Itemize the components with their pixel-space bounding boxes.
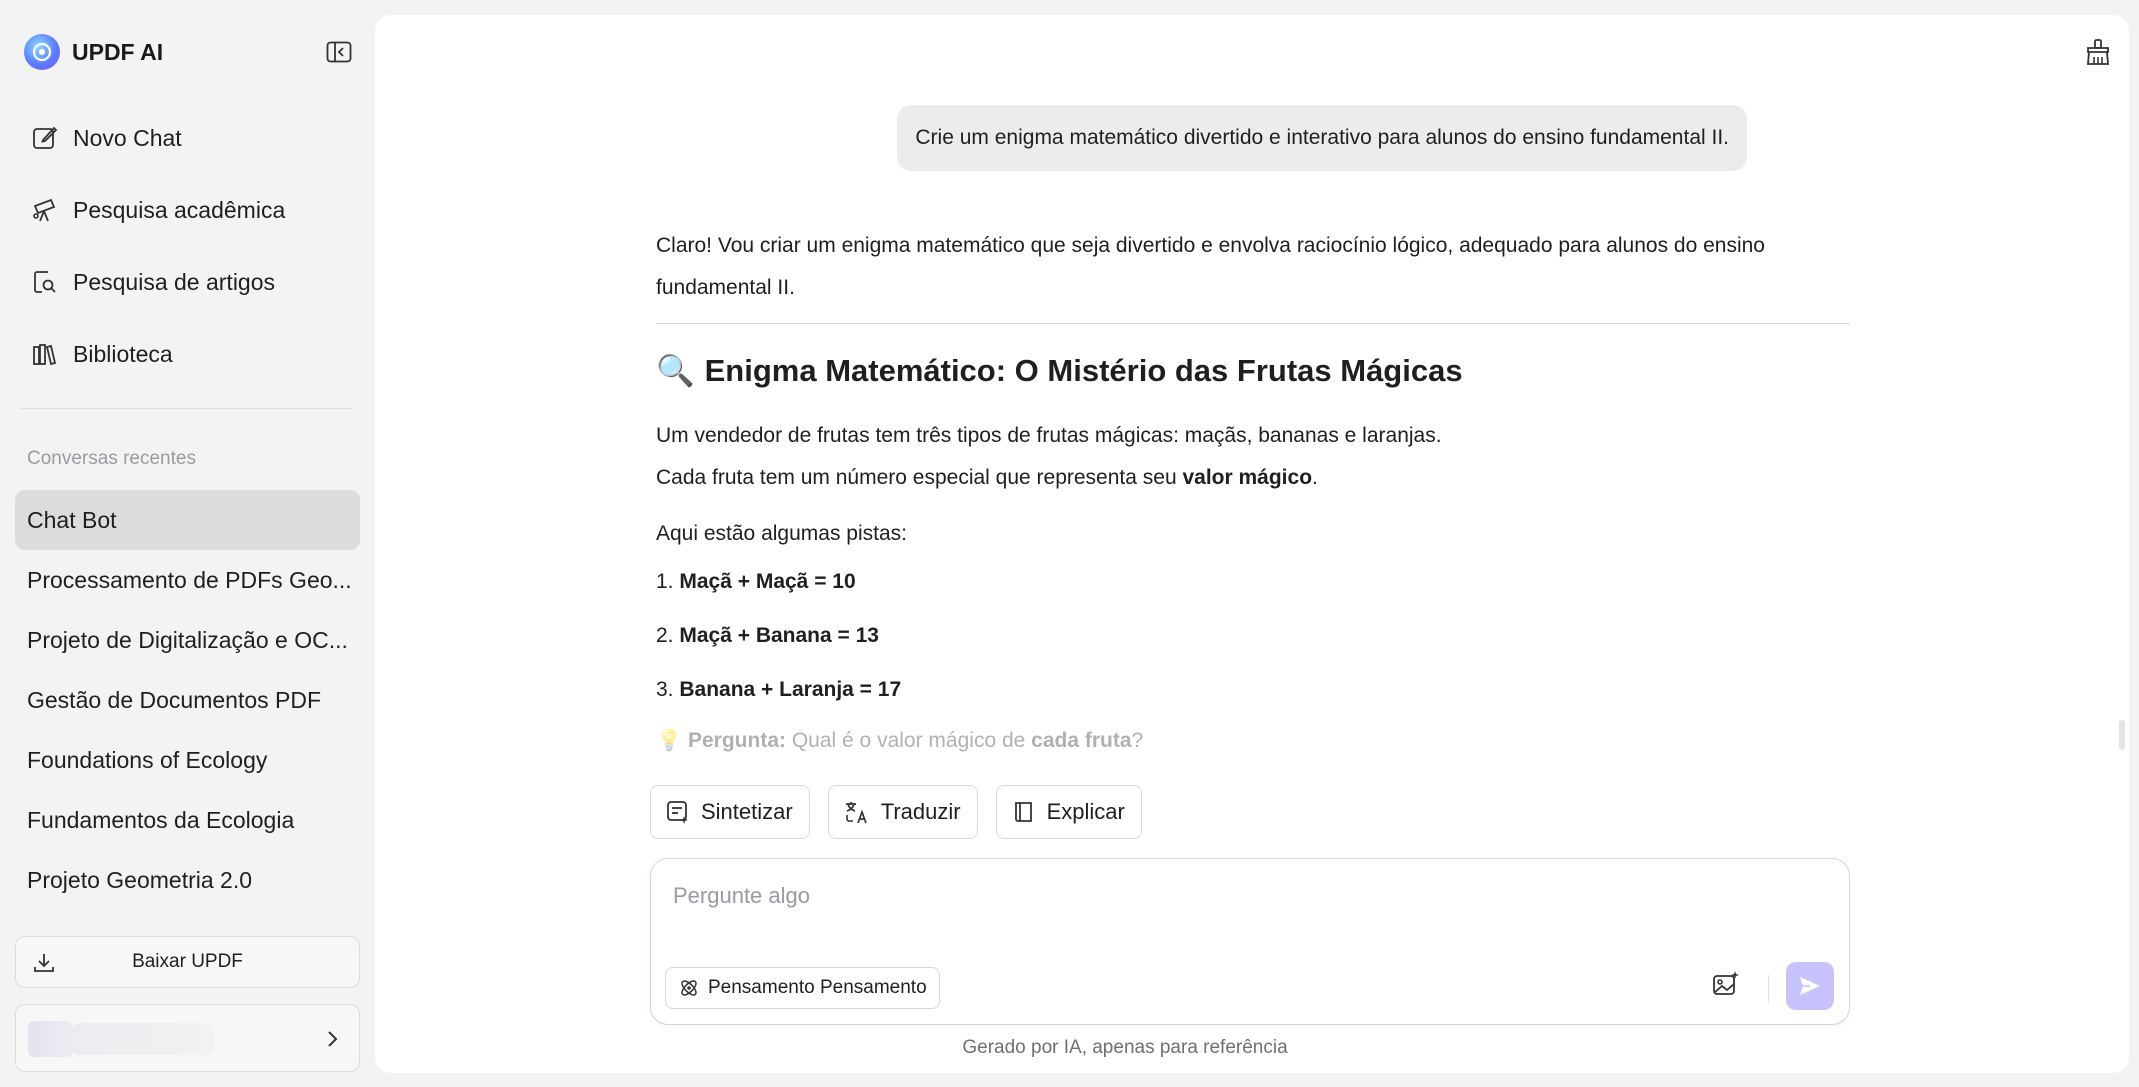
clue-text: Maçã + Banana = 13	[679, 624, 879, 647]
nav-item-label: Biblioteca	[73, 340, 173, 367]
nav-item-library[interactable]: Biblioteca	[15, 318, 360, 390]
nav-item-label: Novo Chat	[73, 124, 182, 151]
nav-item-article-search[interactable]: Pesquisa de artigos	[15, 246, 360, 318]
upload-image-button[interactable]	[1711, 969, 1741, 1004]
edit-icon	[33, 126, 58, 149]
translate-icon	[845, 802, 867, 824]
question-line-faded: 💡 Pergunta: Qual é o valor mágico de cad…	[656, 729, 1850, 761]
clue-text: Maçã + Maçã = 10	[679, 570, 856, 593]
ai-disclaimer-text: Gerado por IA, apenas para referência	[962, 1037, 1288, 1058]
answer-intro: Claro! Vou criar um enigma matemático qu…	[656, 234, 1765, 299]
clue-item: 3. Banana + Laranja = 17	[656, 663, 1850, 717]
explain-button[interactable]: Explicar	[995, 785, 1142, 839]
brand[interactable]: UPDF AI	[24, 34, 163, 70]
clue-item: 1. Maçã + Maçã = 10	[656, 555, 1850, 609]
clue-item: 2. Maçã + Banana = 13	[656, 609, 1850, 663]
composer-separator	[1768, 975, 1769, 1003]
nav-item-label: Pesquisa de artigos	[73, 268, 276, 295]
recent-conversations-list: Chat Bot Processamento de PDFs Geo... Pr…	[15, 490, 360, 910]
recent-item[interactable]: Gestão de Documentos PDF	[15, 670, 360, 730]
question-label: Pergunta:	[688, 729, 787, 752]
chevron-right-icon	[328, 1031, 338, 1047]
recent-item[interactable]: Projeto de Digitalização e OC...	[15, 610, 360, 670]
magnifier-icon: 🔍	[656, 353, 695, 388]
updf-logo-icon	[24, 34, 60, 70]
question-end: ?	[1131, 729, 1144, 752]
atom-icon	[681, 980, 697, 996]
recent-item[interactable]: Foundations of Ecology	[15, 730, 360, 790]
clues-intro: Aqui estão algumas pistas:	[656, 522, 907, 545]
clue-number: 1.	[656, 570, 674, 593]
thinking-mode-label: Pensamento Pensamento	[708, 977, 927, 998]
download-icon	[34, 954, 54, 972]
explain-label: Explicar	[1046, 799, 1125, 824]
lightbulb-icon: 💡	[656, 729, 683, 752]
main-nav: Novo Chat Pesquisa acadêmica Pesquisa de…	[15, 102, 360, 390]
account-name-redacted	[73, 1023, 213, 1055]
sidebar: UPDF AI Novo Chat Pesquisa acadêmica Pes…	[0, 0, 375, 1087]
answer-divider	[656, 323, 1850, 324]
question-bold: cada fruta	[1031, 729, 1132, 752]
account-button[interactable]	[15, 1004, 360, 1072]
message-composer: Pensamento Pensamento	[650, 858, 1850, 1025]
answer-bold-text: valor mágico	[1182, 466, 1313, 489]
article-search-icon	[34, 271, 56, 293]
user-message-bubble: Crie um enigma matemático divertido e in…	[897, 105, 1747, 171]
clear-chat-button[interactable]	[2083, 37, 2113, 72]
answer-title: 🔍 Enigma Matemático: O Mistério das Frut…	[656, 352, 1850, 389]
collapse-sidebar-button[interactable]	[324, 38, 354, 66]
summarize-icon	[667, 801, 688, 824]
recent-item[interactable]: Chat Bot	[15, 490, 360, 550]
thinking-mode-button[interactable]: Pensamento Pensamento	[665, 967, 940, 1009]
chat-panel: Crie um enigma matemático divertido e in…	[375, 15, 2129, 1073]
ai-disclaimer: Gerado por IA, apenas para referência	[375, 1037, 2129, 1059]
question-text: Qual é o valor mágico de	[786, 729, 1032, 752]
assistant-answer: Claro! Vou criar um enigma matemático qu…	[656, 225, 1850, 717]
clue-text: Banana + Laranja = 17	[679, 678, 902, 701]
sidebar-collapse-icon	[326, 41, 352, 63]
download-label: Baixar UPDF	[132, 951, 243, 972]
sidebar-divider	[20, 408, 353, 409]
brand-name: UPDF AI	[72, 38, 164, 65]
scrollbar-thumb[interactable]	[2119, 720, 2125, 750]
recent-conversations-label: Conversas recentes	[27, 448, 196, 469]
download-updf-button[interactable]: Baixar UPDF	[15, 936, 360, 988]
telescope-icon	[33, 198, 56, 222]
send-icon	[1800, 977, 1820, 995]
summarize-button[interactable]: Sintetizar	[650, 785, 810, 839]
answer-text: Cada fruta tem um número especial que re…	[656, 466, 1183, 489]
clue-number: 3.	[656, 678, 674, 701]
send-button[interactable]	[1786, 962, 1834, 1010]
nav-item-new-chat[interactable]: Novo Chat	[15, 102, 360, 174]
nav-item-academic-search[interactable]: Pesquisa acadêmica	[15, 174, 360, 246]
book-icon	[1014, 802, 1032, 822]
clue-number: 2.	[656, 624, 674, 647]
answer-title-text: Enigma Matemático: O Mistério das Frutas…	[704, 352, 1463, 388]
broom-icon	[2087, 39, 2109, 65]
library-icon	[33, 344, 57, 366]
recent-item[interactable]: Processamento de PDFs Geo...	[15, 550, 360, 610]
translate-button[interactable]: Traduzir	[827, 785, 978, 839]
answer-line: Um vendedor de frutas tem três tipos de …	[656, 424, 1442, 447]
image-sparkle-icon	[1713, 971, 1739, 995]
recent-item[interactable]: Fundamentos da Ecologia	[15, 790, 360, 850]
message-input[interactable]	[673, 883, 1823, 923]
nav-item-label: Pesquisa acadêmica	[73, 196, 286, 223]
answer-paragraph: Um vendedor de frutas tem três tipos de …	[656, 415, 1850, 499]
answer-line: Cada fruta tem um número especial que re…	[656, 457, 1850, 499]
recent-item[interactable]: Projeto Geometria 2.0	[15, 850, 360, 910]
summarize-label: Sintetizar	[701, 799, 793, 824]
answer-text: .	[1312, 466, 1318, 489]
translate-label: Traduzir	[880, 799, 961, 824]
avatar	[28, 1021, 73, 1057]
quick-actions: Sintetizar Traduzir Explicar	[650, 785, 1142, 839]
